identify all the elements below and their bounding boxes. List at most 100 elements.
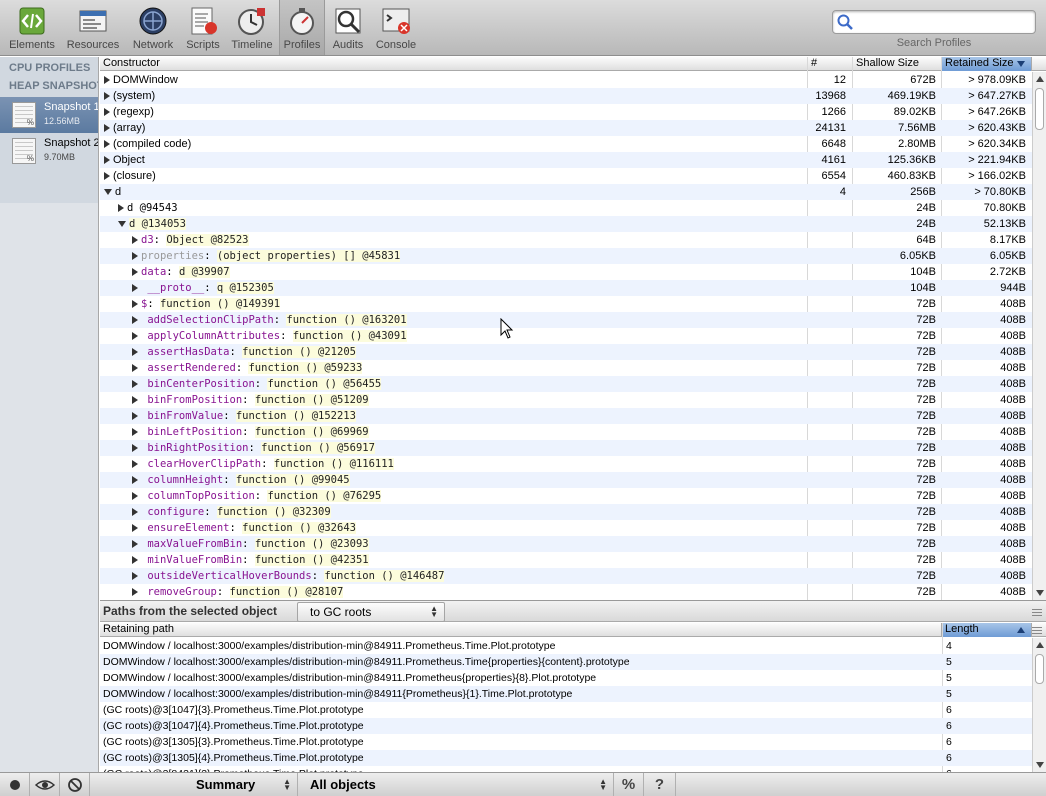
retainer-row[interactable]: DOMWindow / localhost:3000/examples/dist…: [100, 686, 1032, 702]
percent-toggle-button[interactable]: %: [614, 773, 644, 796]
disclosure-collapsed-icon[interactable]: [132, 572, 138, 581]
search-field[interactable]: [832, 10, 1036, 34]
disclosure-collapsed-icon[interactable]: [104, 76, 110, 85]
grid-row[interactable]: d 4 256B > 70.80KB: [100, 184, 1032, 200]
grid-row[interactable]: __proto__: q @152305 104B 944B: [100, 280, 1032, 296]
retainer-row[interactable]: DOMWindow / localhost:3000/examples/dist…: [100, 654, 1032, 670]
profiles-panel-button[interactable]: Profiles: [279, 0, 325, 55]
disclosure-collapsed-icon[interactable]: [132, 300, 138, 309]
disclosure-collapsed-icon[interactable]: [104, 156, 110, 165]
clear-profiles-button[interactable]: [60, 773, 90, 796]
column-header-retained-size[interactable]: Retained Size: [942, 57, 1032, 71]
retainer-row[interactable]: DOMWindow / localhost:3000/examples/dist…: [100, 638, 1032, 654]
grid-row[interactable]: binRightPosition: function () @56917 72B 4…: [100, 440, 1032, 456]
disclosure-collapsed-icon[interactable]: [132, 316, 138, 325]
disclosure-collapsed-icon[interactable]: [104, 140, 110, 149]
grid-row[interactable]: binLeftPosition: function () @69969 72B 40…: [100, 424, 1032, 440]
grid-row[interactable]: DOMWindow 12 672B > 978.09KB: [100, 72, 1032, 88]
grid-row[interactable]: (regexp) 1266 89.02KB > 647.26KB: [100, 104, 1032, 120]
retainer-row[interactable]: (GC roots)@3[1305]{3}.Prometheus.Time.Pl…: [100, 734, 1032, 750]
grid-row[interactable]: columnHeight: function () @99045 72B 408B: [100, 472, 1032, 488]
retainer-row[interactable]: (GC roots)@3[1305]{4}.Prometheus.Time.Pl…: [100, 750, 1032, 766]
grid-row[interactable]: assertRendered: function () @59233 72B 408…: [100, 360, 1032, 376]
grid-row[interactable]: properties: (object properties) [] @4583…: [100, 248, 1032, 264]
column-header-shallow-size[interactable]: Shallow Size: [853, 57, 942, 71]
disclosure-collapsed-icon[interactable]: [132, 444, 138, 453]
grid-row[interactable]: (closure) 6554 460.83KB > 166.02KB: [100, 168, 1032, 184]
search-input[interactable]: [855, 13, 1031, 31]
disclosure-collapsed-icon[interactable]: [104, 92, 110, 101]
column-header-constructor[interactable]: Constructor: [100, 57, 808, 71]
scripts-panel-button[interactable]: Scripts: [182, 0, 224, 55]
disclosure-collapsed-icon[interactable]: [104, 124, 110, 133]
retainer-row[interactable]: (GC roots)@3[1047]{4}.Prometheus.Time.Pl…: [100, 718, 1032, 734]
disclosure-collapsed-icon[interactable]: [104, 108, 110, 117]
grid-row[interactable]: (array) 24131 7.56MB > 620.43KB: [100, 120, 1032, 136]
help-button[interactable]: ?: [644, 773, 676, 796]
sidebar-item-snapshot-1[interactable]: % Snapshot 1 12.56MB: [0, 97, 98, 133]
grid-row[interactable]: d3: Object @82523 64B 8.17KB: [100, 232, 1032, 248]
column-header-length[interactable]: Length: [942, 623, 1032, 637]
grid-row[interactable]: binFromValue: function () @152213 72B 408B: [100, 408, 1032, 424]
disclosure-collapsed-icon[interactable]: [132, 556, 138, 565]
disclosure-collapsed-icon[interactable]: [118, 204, 124, 213]
grid-row[interactable]: columnTopPosition: function () @76295 72B…: [100, 488, 1032, 504]
scroll-up-icon[interactable]: [1036, 642, 1044, 648]
filter-select[interactable]: All objects ▲ ▼: [298, 773, 614, 796]
disclosure-expanded-icon[interactable]: [104, 189, 112, 196]
resources-panel-button[interactable]: Resources: [63, 0, 123, 55]
disclosure-expanded-icon[interactable]: [118, 221, 126, 228]
retainers-scrollbar[interactable]: [1032, 638, 1046, 772]
grid-row[interactable]: clearHoverClipPath: function () @116111 7…: [100, 456, 1032, 472]
grid-row[interactable]: maxValueFromBin: function () @23093 72B 40…: [100, 536, 1032, 552]
timeline-panel-button[interactable]: Timeline: [229, 0, 275, 55]
grid-row[interactable]: ensureElement: function () @32643 72B 408B: [100, 520, 1032, 536]
sidebar-item-snapshot-2[interactable]: % Snapshot 2 9.70MB: [0, 133, 98, 169]
grid-row[interactable]: d @94543 24B 70.80KB: [100, 200, 1032, 216]
grid-row[interactable]: minValueFromBin: function () @42351 72B 40…: [100, 552, 1032, 568]
disclosure-collapsed-icon[interactable]: [132, 380, 138, 389]
scrollbar-thumb[interactable]: [1035, 88, 1044, 130]
grid-row[interactable]: $: function () @149391 72B 408B: [100, 296, 1032, 312]
elements-panel-button[interactable]: Elements: [7, 0, 57, 55]
toggle-visibility-button[interactable]: [30, 773, 60, 796]
disclosure-collapsed-icon[interactable]: [132, 524, 138, 533]
console-panel-button[interactable]: Console: [372, 0, 420, 55]
retainer-row[interactable]: DOMWindow / localhost:3000/examples/dist…: [100, 670, 1032, 686]
retainers-mode-select[interactable]: to GC roots ▲ ▼: [297, 602, 445, 622]
retainer-row[interactable]: (GC roots)@3[1047]{3}.Prometheus.Time.Pl…: [100, 702, 1032, 718]
view-select[interactable]: Summary ▲ ▼: [90, 773, 298, 796]
grid-row[interactable]: binCenterPosition: function () @56455 72B…: [100, 376, 1032, 392]
disclosure-collapsed-icon[interactable]: [132, 268, 138, 277]
disclosure-collapsed-icon[interactable]: [132, 396, 138, 405]
disclosure-collapsed-icon[interactable]: [132, 236, 138, 245]
disclosure-collapsed-icon[interactable]: [104, 172, 110, 181]
resize-grip-icon[interactable]: [1032, 609, 1042, 616]
disclosure-collapsed-icon[interactable]: [132, 284, 138, 293]
column-header-retaining-path[interactable]: Retaining path: [100, 623, 942, 637]
disclosure-collapsed-icon[interactable]: [132, 428, 138, 437]
grid-row[interactable]: applyColumnAttributes: function () @4309…: [100, 328, 1032, 344]
scroll-down-icon[interactable]: [1036, 590, 1044, 596]
grid-row[interactable]: data: d @39907 104B 2.72KB: [100, 264, 1032, 280]
scrollbar-thumb[interactable]: [1035, 654, 1044, 684]
grid-row[interactable]: (system) 13968 469.19KB > 647.27KB: [100, 88, 1032, 104]
disclosure-collapsed-icon[interactable]: [132, 348, 138, 357]
disclosure-collapsed-icon[interactable]: [132, 476, 138, 485]
disclosure-collapsed-icon[interactable]: [132, 492, 138, 501]
grid-row[interactable]: addSelectionClipPath: function () @16320…: [100, 312, 1032, 328]
grid-row[interactable]: binFromPosition: function () @51209 72B 40…: [100, 392, 1032, 408]
resize-grip-icon[interactable]: [1032, 627, 1042, 634]
network-panel-button[interactable]: Network: [129, 0, 177, 55]
record-heap-snapshot-button[interactable]: [0, 773, 30, 796]
cpu-profiles-header[interactable]: CPU PROFILES: [9, 62, 90, 74]
grid-row[interactable]: (compiled code) 6648 2.80MB > 620.34KB: [100, 136, 1032, 152]
column-header-count[interactable]: #: [808, 57, 853, 71]
audits-panel-button[interactable]: Audits: [329, 0, 367, 55]
grid-row[interactable]: Object 4161 125.36KB > 221.94KB: [100, 152, 1032, 168]
scroll-up-icon[interactable]: [1036, 76, 1044, 82]
grid-row[interactable]: assertHasData: function () @21205 72B 408B: [100, 344, 1032, 360]
disclosure-collapsed-icon[interactable]: [132, 412, 138, 421]
disclosure-collapsed-icon[interactable]: [132, 508, 138, 517]
disclosure-collapsed-icon[interactable]: [132, 540, 138, 549]
